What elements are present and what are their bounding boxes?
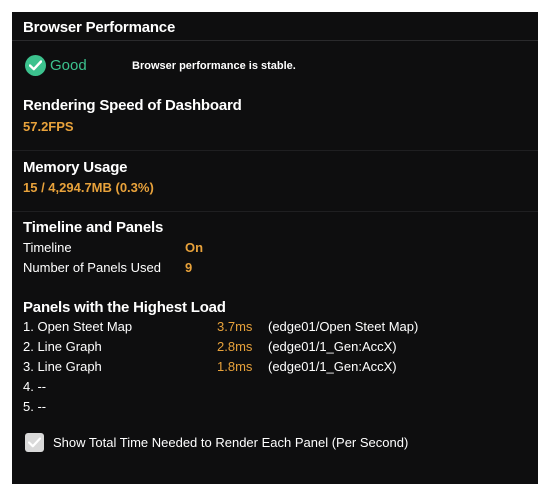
panels-used-value: 9 xyxy=(185,260,193,275)
status-label: Good xyxy=(50,57,87,74)
timeline-label: Timeline xyxy=(23,240,72,255)
render-time-checkbox[interactable] xyxy=(25,433,44,452)
timeline-value: On xyxy=(185,240,204,255)
load-rank: 3. Line Graph xyxy=(23,359,102,374)
load-time: 1.8ms xyxy=(217,359,253,374)
load-time: 2.8ms xyxy=(217,339,253,354)
render-time-checkbox-label[interactable]: Show Total Time Needed to Render Each Pa… xyxy=(53,435,408,450)
check-circle-icon xyxy=(25,55,46,76)
highest-load-title: Panels with the Highest Load xyxy=(23,299,226,316)
load-rank: 4. -- xyxy=(23,379,47,394)
load-source: (edge01/Open Steet Map) xyxy=(268,319,419,334)
load-time: 3.7ms xyxy=(217,319,253,334)
status-message: Browser performance is stable. xyxy=(132,60,296,72)
checkmark-icon xyxy=(28,437,41,448)
memory-usage-title: Memory Usage xyxy=(23,159,128,176)
memory-usage-value: 15 / 4,294.7MB (0.3%) xyxy=(23,180,154,195)
load-rank: 5. -- xyxy=(23,399,47,414)
load-rank: 2. Line Graph xyxy=(23,339,102,354)
rendering-speed-title: Rendering Speed of Dashboard xyxy=(23,97,242,114)
panels-used-label: Number of Panels Used xyxy=(23,260,162,275)
divider xyxy=(12,211,538,212)
divider xyxy=(12,150,538,151)
panel-header: Browser Performance xyxy=(12,12,538,41)
load-source: (edge01/1_Gen:AccX) xyxy=(268,359,397,374)
load-rank: 1. Open Steet Map xyxy=(23,319,133,334)
panel-title: Browser Performance xyxy=(23,19,176,36)
load-source: (edge01/1_Gen:AccX) xyxy=(268,339,397,354)
timeline-panels-title: Timeline and Panels xyxy=(23,219,164,236)
browser-performance-panel: Browser Performance Good Browser perform… xyxy=(12,12,538,484)
rendering-speed-value: 57.2FPS xyxy=(23,119,74,134)
